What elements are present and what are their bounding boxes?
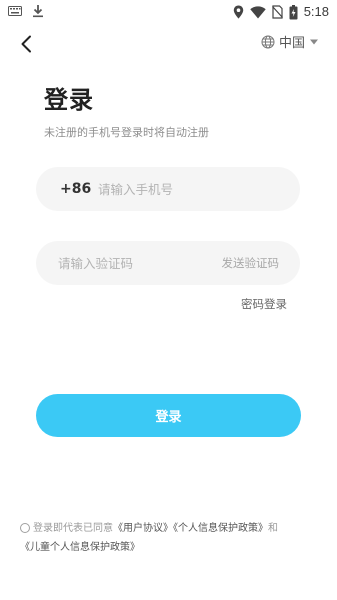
password-login-link[interactable]: 密码登录 [241, 296, 287, 312]
page-subtitle: 未注册的手机号登录时将自动注册 [44, 126, 209, 139]
verification-code-field[interactable]: 发送验证码 [36, 241, 300, 285]
page-title: 登录 [44, 86, 94, 114]
location-icon [233, 5, 244, 19]
back-arrow-icon [20, 35, 32, 53]
status-bar: 5:18 [0, 0, 337, 24]
agreement-text: 登录即代表已同意《用户协议》《个人信息保护政策》和《儿童个人信息保护政策》 [20, 519, 320, 557]
phone-input[interactable] [98, 167, 288, 211]
children-policy-link[interactable]: 《儿童个人信息保护政策》 [20, 542, 140, 553]
caret-down-icon [309, 38, 319, 46]
back-button[interactable] [14, 30, 38, 58]
region-selector[interactable]: 中国 [261, 32, 319, 51]
agreement-prefix: 登录即代表已同意 [33, 523, 113, 534]
login-screen: 5:18 中国 登录 未注册的手机号登录时将自动注册 +86 请输入手机号 请输… [0, 0, 337, 600]
region-label: 中国 [278, 36, 305, 51]
agree-checkbox[interactable] [20, 523, 30, 533]
wifi-icon [249, 5, 266, 19]
globe-icon [261, 35, 275, 49]
privacy-policy-link[interactable]: 《个人信息保护政策》 [173, 523, 268, 534]
user-agreement-link[interactable]: 《用户协议》 [113, 523, 173, 534]
no-sim-icon [271, 5, 283, 19]
login-button[interactable]: 登录 [36, 394, 301, 437]
phone-field[interactable]: +86 [36, 167, 300, 211]
battery-icon [289, 4, 298, 20]
send-code-button[interactable]: 发送验证码 [222, 241, 280, 285]
keyboard-icon [8, 6, 22, 16]
download-icon [32, 4, 44, 18]
country-code: +86 [60, 181, 92, 197]
verification-code-input[interactable] [58, 241, 208, 285]
agreement-and: 和 [268, 523, 278, 534]
status-time: 5:18 [303, 4, 329, 19]
